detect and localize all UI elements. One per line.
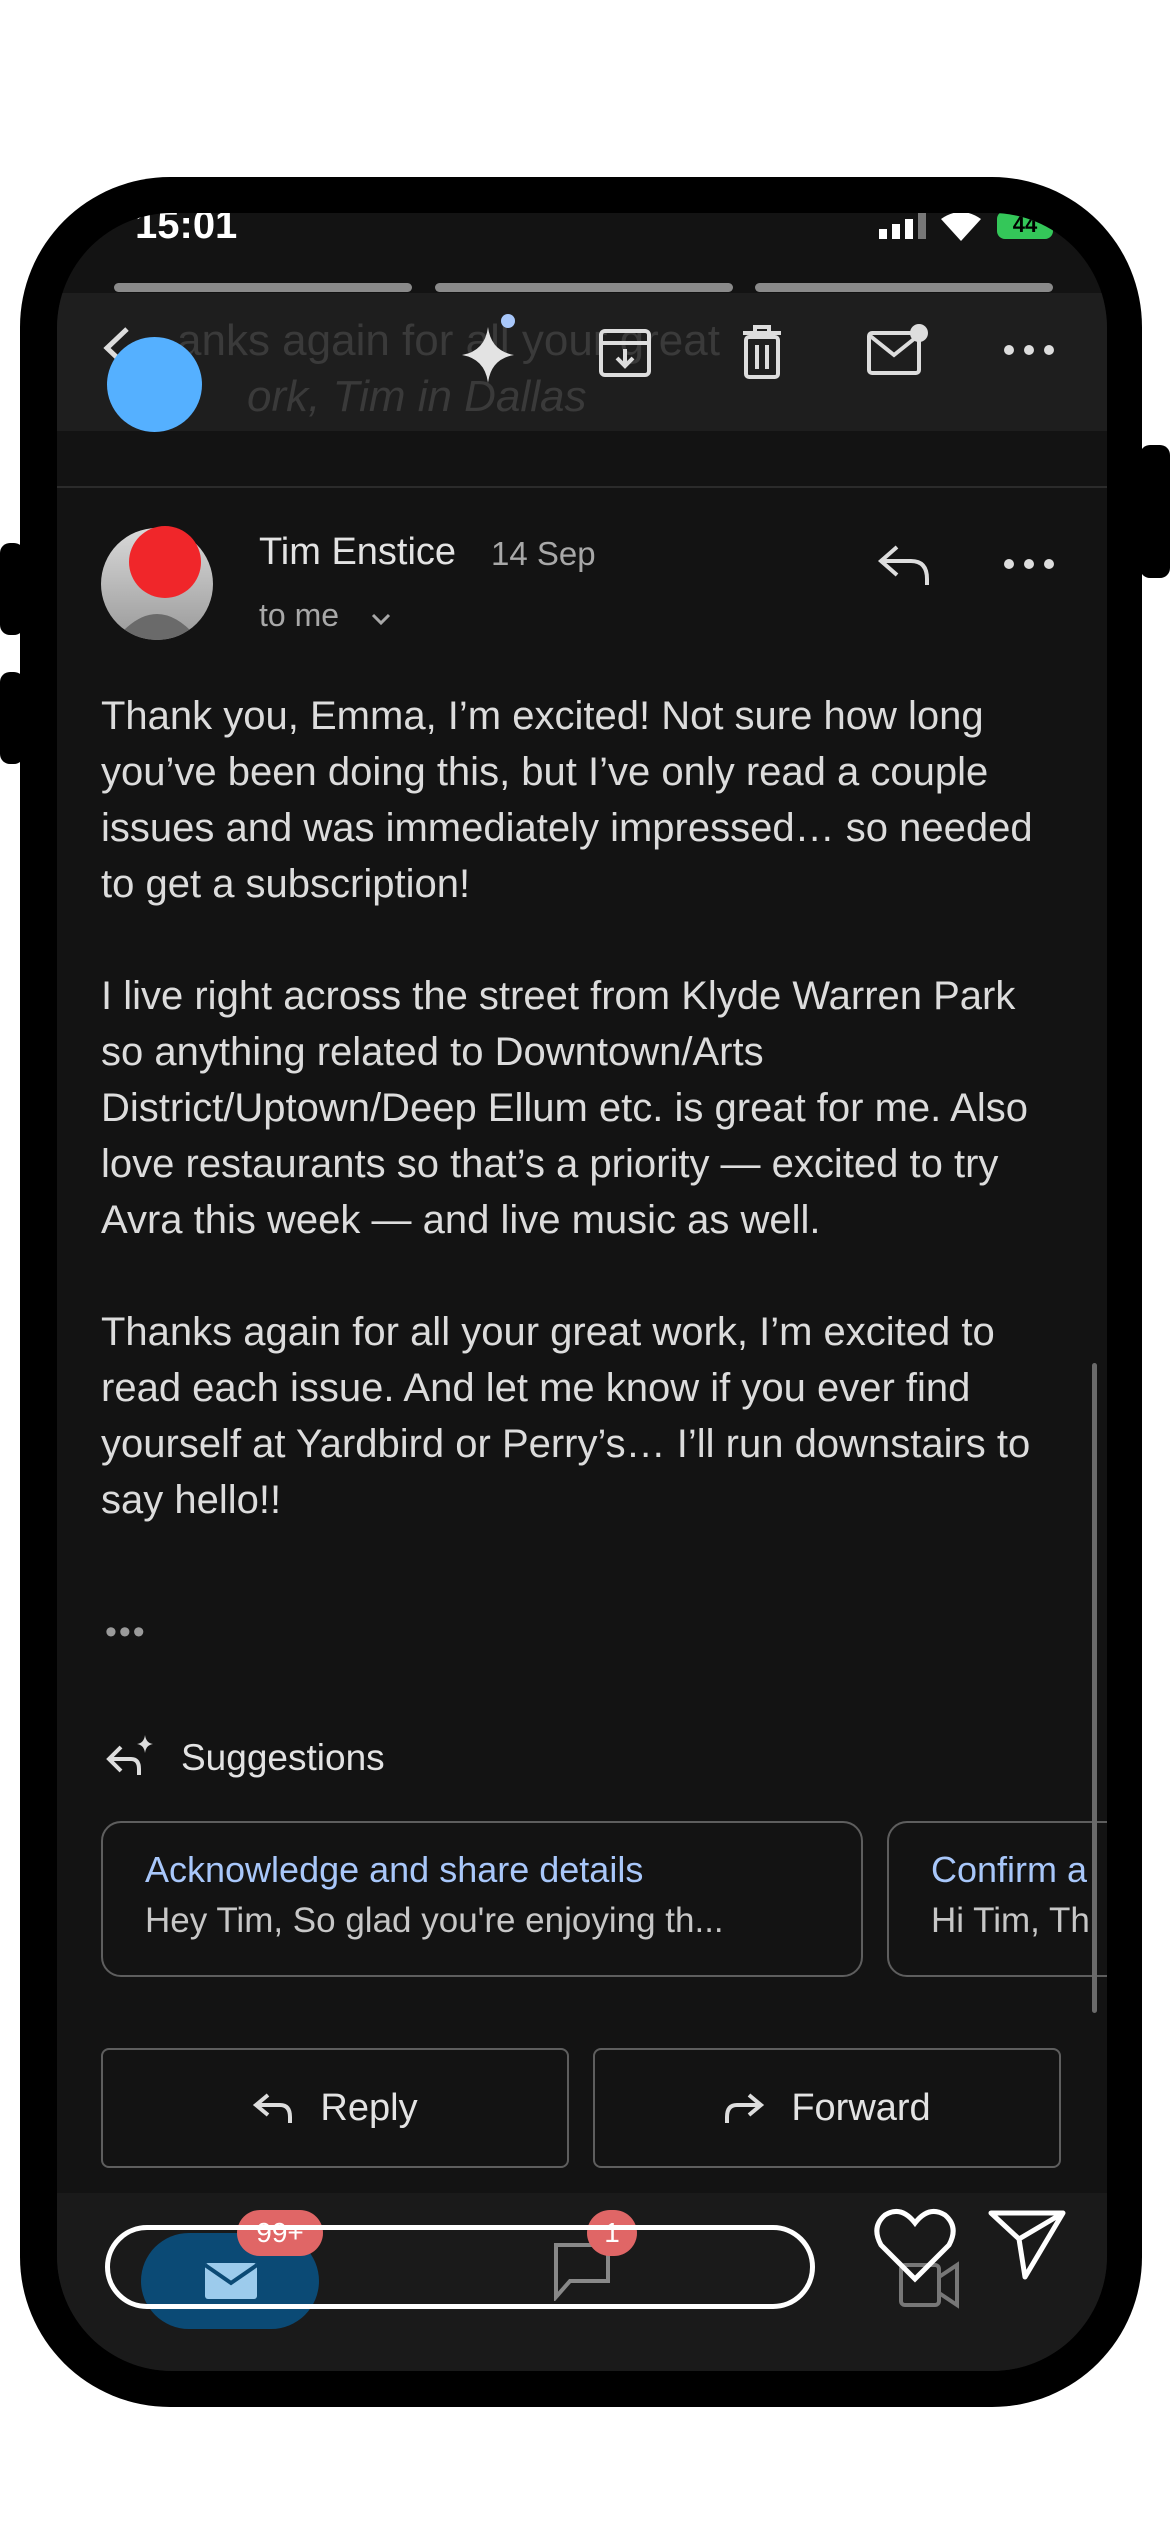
sender-name[interactable]: Tim Enstice (259, 531, 456, 574)
suggestion-snippet: Hi Tim, Th (931, 1901, 1090, 1940)
wifi-icon (941, 213, 981, 241)
heart-icon[interactable] (873, 2207, 957, 2283)
recipient-label: to me (259, 597, 340, 633)
progress-bar-3 (755, 283, 1053, 292)
forward-icon (725, 2093, 765, 2123)
power-button (1140, 445, 1170, 578)
body-paragraph: Thanks again for all your great work, I’… (101, 1310, 1031, 1522)
suggestion-title: Acknowledge and share details (145, 1849, 644, 1890)
suggestion-card[interactable]: Confirm a Hi Tim, Th (887, 1821, 1107, 1977)
reply-label: Reply (320, 2086, 418, 2129)
status-time: 15:01 (135, 213, 238, 247)
show-trimmed-content[interactable]: ••• (105, 1613, 147, 1652)
forward-label: Forward (791, 2086, 931, 2129)
more-icon[interactable] (1003, 343, 1055, 357)
forward-button[interactable]: Forward (593, 2048, 1061, 2168)
signal-icon (879, 213, 926, 239)
body-paragraph: I live right across the street from Klyd… (101, 974, 1028, 1242)
volume-up-button (0, 543, 24, 635)
message-body: Thank you, Emma, I’m excited! Not sure h… (101, 688, 1061, 1584)
reply-icon (253, 2093, 293, 2123)
scrollbar[interactable] (1092, 1363, 1097, 2013)
recipient-toggle[interactable]: to me (259, 597, 392, 634)
blue-marker (107, 337, 202, 432)
chevron-down-icon (371, 613, 390, 626)
suggestion-title: Confirm a (931, 1849, 1088, 1890)
header-divider (57, 486, 1107, 488)
red-marker (129, 526, 201, 598)
body-paragraph: Thank you, Emma, I’m excited! Not sure h… (101, 694, 1033, 906)
sparkle-icon[interactable] (460, 313, 522, 383)
delete-icon[interactable] (737, 323, 787, 381)
message-date: 14 Sep (491, 535, 596, 572)
suggestion-card[interactable]: Acknowledge and share details Hey Tim, S… (101, 1821, 863, 1977)
smart-reply-icon (106, 1735, 153, 1775)
volume-down-button (0, 672, 24, 764)
reply-button[interactable]: Reply (101, 2048, 569, 2168)
progress-bar-1 (114, 283, 412, 292)
battery-indicator: 44 (997, 213, 1053, 239)
screen: 15:01 44 anks again for all your great o… (57, 213, 1107, 2371)
mark-unread-icon[interactable] (865, 323, 929, 379)
send-icon[interactable] (987, 2209, 1067, 2281)
progress-bar-2 (435, 283, 733, 292)
archive-icon[interactable] (597, 325, 653, 381)
nav-pill-outline (105, 2225, 815, 2309)
reply-icon[interactable] (875, 541, 931, 587)
message-more-icon[interactable] (1003, 557, 1055, 571)
suggestion-snippet: Hey Tim, So glad you're enjoying th... (145, 1901, 724, 1940)
suggestions-label: Suggestions (181, 1737, 385, 1778)
